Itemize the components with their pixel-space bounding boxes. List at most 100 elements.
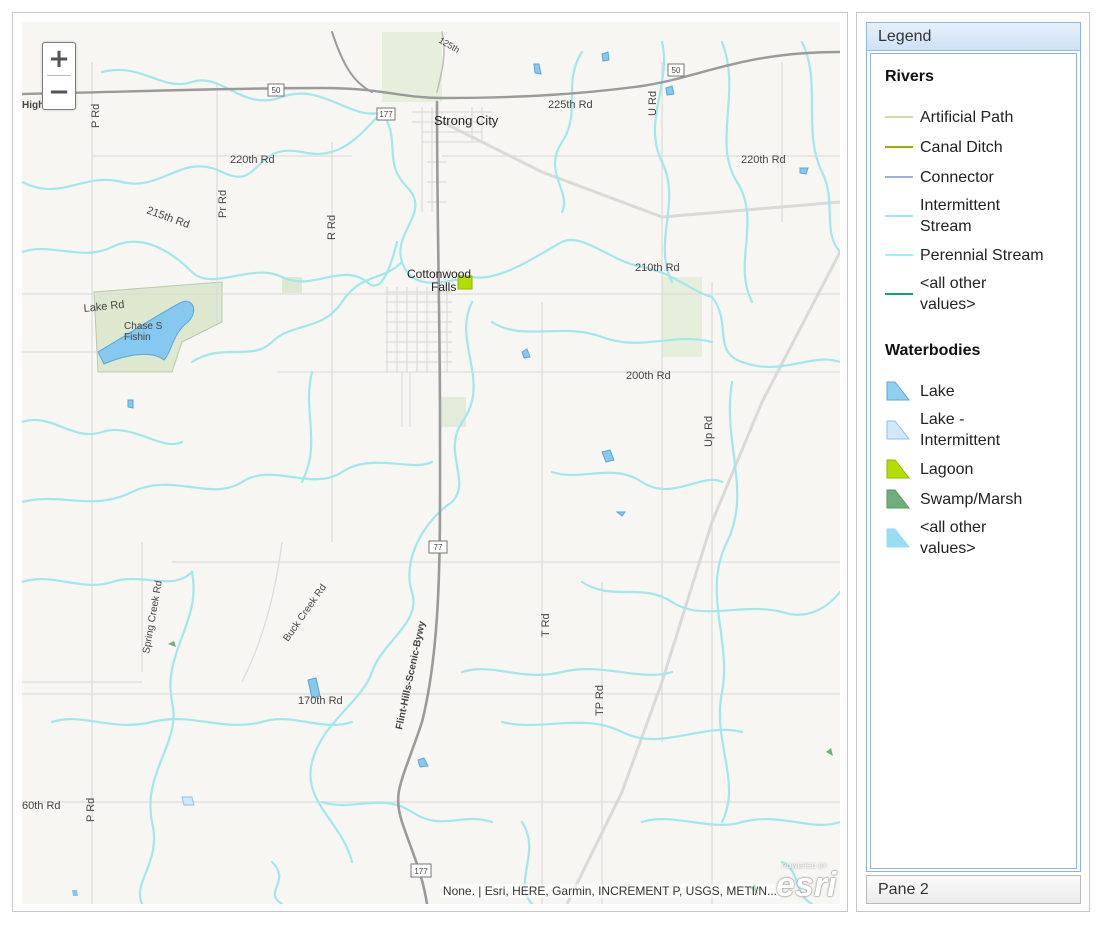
legend-item-label: Perennial Stream [920,246,1044,264]
svg-text:50: 50 [272,86,281,95]
polygon-swatch-icon [886,528,911,548]
hwy-177-shield-c: 177 [410,863,432,878]
legend-item-label: Canal Ditch [920,138,1003,156]
pond [181,796,195,806]
polygon-swatch-icon [886,459,911,479]
label-up-rd: Up Rd [703,416,715,447]
pane-2-header[interactable]: Pane 2 [866,875,1081,904]
marsh [168,641,176,647]
minor-roads [22,62,840,904]
label-220th-rd-right: 220th Rd [741,154,786,166]
legend-item-river: <all other values> [885,273,1075,315]
pond [521,348,531,359]
legend-item-river: Canal Ditch [885,136,1075,158]
map-attribution[interactable]: None. | Esri, HERE, Garmin, INCREMENT P,… [439,884,780,898]
legend-item-label: Intermittent Stream [920,197,1001,235]
label-falls: Falls [431,280,456,294]
waterbodies [72,51,833,896]
highway-shields: 50 50 177 77 177 [267,63,685,878]
label-u-rd: U Rd [647,91,659,116]
legend-item-waterbody: Lagoon [885,458,1075,480]
legend-body: Rivers Artificial Path Canal Ditch Conne… [870,53,1077,869]
line-swatch-icon [885,293,913,295]
label-p-rd-bottom: P Rd [85,798,97,822]
basemap[interactable]: 50 50 177 77 177 Strong City Cottonwood … [22,22,840,904]
marsh [826,748,833,756]
hwy-177-shield-b: 77 [428,540,448,554]
label-160th-rd: 60th Rd [22,800,61,812]
railroad [565,251,840,904]
legend-item-label: <all other values> [920,275,987,313]
legend-group-rivers: Rivers [885,68,934,85]
label-215th-rd: 215th Rd [145,205,191,232]
line-swatch-icon [885,215,913,217]
pond [665,85,675,96]
map-view[interactable]: 50 50 177 77 177 Strong City Cottonwood … [22,22,840,904]
label-strong-city: Strong City [434,113,499,128]
label-225th-rd: 225th Rd [548,99,593,111]
legend-item-river: Perennial Stream [885,244,1075,266]
line-swatch-icon [885,116,913,118]
legend-item-river: Intermittent Stream [885,195,1075,237]
label-chase: Chase S [124,321,163,332]
polygon-swatch-icon [886,381,911,401]
green-patch [662,277,702,357]
streams [22,40,840,904]
svg-text:177: 177 [379,110,393,119]
legend-item-label: Connector [920,168,994,186]
line-swatch-icon [885,146,913,148]
legend-item-waterbody: Lake [885,380,1075,402]
polygon-swatch-icon [886,420,911,440]
label-170th-rd: 170th Rd [298,695,343,707]
highways [22,31,840,904]
zoom-in-button[interactable]: + [43,43,75,75]
label-spring-creek-rd: Spring Creek Rd [141,580,165,655]
legend-item-label: Lake [920,382,955,400]
map-panel: 50 50 177 77 177 Strong City Cottonwood … [12,12,848,912]
green-patch [382,32,442,102]
label-buck-creek-rd: Buck Creek Rd [281,582,329,643]
map-labels: Strong City Cottonwood Falls Chase S Fis… [22,35,786,822]
legend-group-waterbodies: Waterbodies [885,342,981,359]
pond [615,511,626,517]
legend-pane: Legend Rivers Artificial Path Canal Ditc… [866,22,1081,872]
esri-logo[interactable]: POWERED BY esri [774,864,837,904]
legend-item-river: Artificial Path [885,106,1075,128]
label-fishing: Fishin [124,332,151,343]
legend-item-label: <all other values> [920,519,987,557]
legend-item-label: Artificial Path [920,108,1014,126]
pond [601,51,610,62]
legend-pane-title[interactable]: Legend [867,23,1080,51]
legend-item-waterbody: <all other values> [885,517,1075,559]
railroad-nw [441,120,840,219]
svg-text:77: 77 [434,543,443,552]
side-panel: Legend Rivers Artificial Path Canal Ditc… [856,12,1090,912]
legend-item-label: Swamp/Marsh [920,490,1023,508]
pond [72,890,78,896]
legend-item-river: Connector [885,166,1075,188]
label-cottonwood: Cottonwood [407,267,471,281]
label-r-rd: R Rd [326,215,338,240]
pond [601,449,615,463]
app-window: 50 50 177 77 177 Strong City Cottonwood … [0,0,1101,931]
line-swatch-icon [885,254,913,256]
zoom-out-button[interactable]: − [43,76,75,108]
legend-item-waterbody: Lake - Intermittent [885,409,1075,451]
label-t-rd: T Rd [540,613,552,637]
legend-item-waterbody: Swamp/Marsh [885,488,1075,510]
legend-item-label: Lake - Intermittent [920,411,1001,449]
label-tp-rd: TP Rd [594,685,606,716]
label-p-rd-top: P Rd [90,104,102,128]
hwy-177-shield-a: 177 [376,107,396,121]
pond [799,167,809,175]
label-200th-rd: 200th Rd [626,370,671,382]
label-highway: High [22,100,44,111]
zoom-control: + − [42,42,76,110]
svg-text:177: 177 [414,867,428,876]
label-210th-rd: 210th Rd [635,262,680,274]
esri-wordmark: esri [776,866,837,904]
legend-item-label: Lagoon [920,460,974,478]
pond [533,63,542,75]
pond [127,399,134,409]
line-swatch-icon [885,176,913,178]
